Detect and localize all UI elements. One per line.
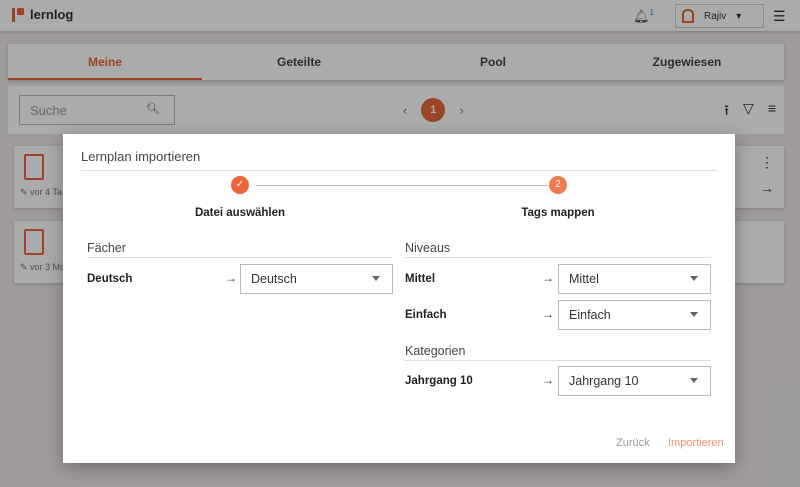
arrow-right-icon: → (225, 271, 237, 285)
caret-down-icon (690, 276, 698, 281)
section-kategorien: Kategorien (405, 344, 711, 361)
select-value: Einfach (569, 308, 611, 322)
arrow-right-icon: → (542, 373, 554, 387)
section-faecher: Fächer (87, 241, 393, 258)
source-tag: Deutsch (87, 273, 132, 285)
target-select[interactable]: Mittel (558, 264, 711, 294)
step-1-done-check-icon: ✓ (231, 176, 249, 194)
target-select[interactable]: Jahrgang 10 (558, 366, 711, 396)
target-select[interactable]: Einfach (558, 300, 711, 330)
select-value: Mittel (569, 272, 599, 286)
source-tag: Einfach (405, 309, 447, 321)
source-tag: Jahrgang 10 (405, 375, 473, 387)
step-1-label: Datei auswählen (195, 207, 285, 219)
import-button[interactable]: Importieren (668, 437, 724, 449)
stepper-line (256, 185, 548, 186)
dialog-title: Lernplan importieren (81, 149, 200, 164)
arrow-right-icon: → (542, 271, 554, 285)
step-2-label: Tags mappen (521, 207, 594, 219)
caret-down-icon (690, 378, 698, 383)
caret-down-icon (690, 312, 698, 317)
target-select[interactable]: Deutsch (240, 264, 393, 294)
source-tag: Mittel (405, 273, 435, 285)
import-dialog: Lernplan importieren ✓ 2 Datei auswählen… (63, 134, 735, 463)
arrow-right-icon: → (542, 307, 554, 321)
divider (81, 170, 717, 171)
section-niveaus: Niveaus (405, 241, 711, 258)
select-value: Jahrgang 10 (569, 374, 639, 388)
select-value: Deutsch (251, 272, 297, 286)
caret-down-icon (372, 276, 380, 281)
back-button[interactable]: Zurück (616, 437, 650, 449)
step-2-indicator: 2 (549, 176, 567, 194)
